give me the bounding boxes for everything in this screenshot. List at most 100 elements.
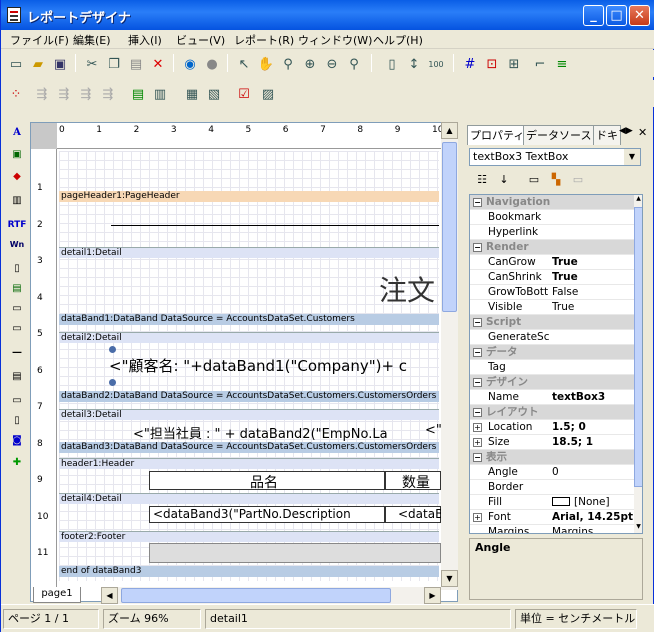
header-tool-icon[interactable]: ▭ xyxy=(6,300,28,318)
property-value[interactable]: textBox3 xyxy=(552,390,634,404)
property-row[interactable]: + Font Arial, 14.25pt xyxy=(470,510,634,525)
align3-icon[interactable]: ⇶ xyxy=(75,83,97,105)
property-scroll-thumb[interactable] xyxy=(634,207,642,487)
align2-icon[interactable]: ⇶ xyxy=(53,83,75,105)
property-category[interactable]: − レイアウト xyxy=(470,405,634,420)
checkbox-tool-icon[interactable]: ◙ xyxy=(6,432,28,450)
minimize-button[interactable]: _ xyxy=(583,5,604,26)
property-category[interactable]: − デザイン xyxy=(470,375,634,390)
property-row[interactable]: + Size 18.5; 1 xyxy=(470,435,634,450)
property-scroll-down-icon[interactable]: ▼ xyxy=(634,523,642,532)
delete-icon[interactable]: ✕ xyxy=(147,53,169,75)
collapse-icon[interactable]: − xyxy=(473,243,482,252)
align4-icon[interactable]: ⇶ xyxy=(97,83,119,105)
horizontal-scrollbar[interactable]: ◀ ▶ xyxy=(101,587,441,604)
scroll-up-icon[interactable]: ▲ xyxy=(441,122,458,139)
alphabetical-icon[interactable]: ↓ xyxy=(495,171,513,189)
property-value[interactable]: 1.5; 0 xyxy=(552,420,634,434)
menu-file[interactable]: ファイル(F) xyxy=(10,32,69,48)
table-tool-icon[interactable]: ▤ xyxy=(6,368,28,386)
property-value[interactable]: True xyxy=(552,270,634,284)
staff-textbox[interactable]: <"担当社員 : " + dataBand2("EmpNo.La xyxy=(133,423,388,442)
order-title-text[interactable]: 注文 xyxy=(379,269,435,309)
page-tool-icon[interactable]: ▯ xyxy=(6,260,28,278)
band-databand1[interactable]: dataBand1:DataBand DataSource = Accounts… xyxy=(59,314,439,325)
property-row[interactable]: Fill [None] xyxy=(470,495,634,510)
property-category[interactable]: − Render xyxy=(470,240,634,255)
band-detail4[interactable]: detail4:Detail xyxy=(59,493,439,504)
band-icon[interactable]: ≡ xyxy=(551,53,573,75)
collapse-icon[interactable]: − xyxy=(473,378,482,387)
expand-icon[interactable]: + xyxy=(473,438,482,447)
grid-icon[interactable]: # xyxy=(459,53,481,75)
snap-icon[interactable]: ⊡ xyxy=(481,53,503,75)
page-copy-icon[interactable]: ▧ xyxy=(203,83,225,105)
property-value[interactable]: True xyxy=(552,300,634,314)
report-page[interactable]: pageHeader1:PageHeader detail1:Detail 注文… xyxy=(59,151,443,581)
panel-close-icon[interactable]: ✕ xyxy=(638,126,647,139)
fit-height-icon[interactable]: ↕ xyxy=(403,53,425,75)
cross-tool-icon[interactable]: ✚ xyxy=(6,454,28,472)
collapse-icon[interactable]: − xyxy=(473,198,482,207)
property-value[interactable]: True xyxy=(552,255,634,269)
band-detail3[interactable]: detail3:Detail xyxy=(59,409,439,420)
detail-cell-qty[interactable]: <dataB xyxy=(385,506,443,523)
collapse-icon[interactable]: − xyxy=(473,318,482,327)
tab-scroll-icon[interactable]: ◀▶ xyxy=(619,126,633,136)
shape-tool-icon[interactable]: ◆ xyxy=(6,168,28,186)
find-icon[interactable]: ⚲ xyxy=(343,53,365,75)
vertical-scrollbar[interactable]: ▲ ▼ xyxy=(441,122,458,590)
pages-icon[interactable]: ▭ xyxy=(569,171,587,189)
property-row[interactable]: Visible True xyxy=(470,300,634,315)
collapse-icon[interactable]: − xyxy=(473,453,482,462)
text-tool-icon[interactable]: A xyxy=(6,124,28,142)
property-value[interactable]: [None] xyxy=(574,495,642,509)
expand-icon[interactable]: + xyxy=(473,423,482,432)
property-value[interactable]: 18.5; 1 xyxy=(552,435,634,449)
scroll-right-icon[interactable]: ▶ xyxy=(424,587,441,604)
tab-properties[interactable]: プロパティ xyxy=(467,125,528,145)
save-icon[interactable]: ▣ xyxy=(49,53,71,75)
image-tool-icon[interactable]: ▣ xyxy=(6,146,28,164)
detail-cell-description[interactable]: <dataBand3("PartNo.Description xyxy=(149,506,385,523)
band-databand2[interactable]: dataBand2:DataBand DataSource = Accounts… xyxy=(59,391,439,402)
break-tool-icon[interactable]: ▭ xyxy=(6,392,28,410)
zoom-icon[interactable]: ⚲ xyxy=(277,53,299,75)
property-row[interactable]: Hyperlink xyxy=(470,225,634,240)
ruler-icon[interactable]: ⌐ xyxy=(529,53,551,75)
customer-name-textbox[interactable]: <"顧客名: "+dataBand1("Company")+ c xyxy=(109,355,407,376)
richtext-tool-icon[interactable]: Wn xyxy=(6,236,28,254)
menu-window[interactable]: ウィンドウ(W) xyxy=(298,32,372,48)
header-cell-qty[interactable]: 数量 xyxy=(385,471,441,491)
properties-icon[interactable]: ▭ xyxy=(525,171,543,189)
barcode-tool-icon[interactable]: ▥ xyxy=(6,192,28,210)
band-header1[interactable]: header1:Header xyxy=(59,458,439,469)
menu-insert[interactable]: 挿入(I) xyxy=(128,32,162,48)
scroll-down-icon[interactable]: ▼ xyxy=(441,570,458,587)
scroll-left-icon[interactable]: ◀ xyxy=(101,587,118,604)
maximize-button[interactable]: □ xyxy=(606,5,627,26)
tab-document[interactable]: ドキ xyxy=(593,125,621,145)
line-tool-icon[interactable]: — xyxy=(6,344,28,362)
property-value[interactable]: Arial, 14.25pt xyxy=(552,510,634,524)
hand-icon[interactable]: ✋ xyxy=(255,53,277,75)
zoom-out-icon[interactable]: ⊖ xyxy=(321,53,343,75)
property-value[interactable]: 0 xyxy=(552,465,634,479)
events-icon[interactable]: ▚ xyxy=(547,171,565,189)
property-category[interactable]: − 表示 xyxy=(470,450,634,465)
frame-icon[interactable]: ⊞ xyxy=(503,53,525,75)
close-button[interactable]: ✕ xyxy=(629,5,650,26)
property-row[interactable]: Angle 0 xyxy=(470,465,634,480)
expand-icon[interactable]: + xyxy=(473,513,482,522)
menu-view[interactable]: ビュー(V) xyxy=(176,32,225,48)
vscroll-thumb[interactable] xyxy=(442,142,457,312)
property-row[interactable]: Name textBox3 xyxy=(470,390,634,405)
preview-icon[interactable]: ▨ xyxy=(257,83,279,105)
collapse-icon[interactable]: − xyxy=(473,348,482,357)
select-all-icon[interactable]: ⁘ xyxy=(5,83,27,105)
page-settings-icon[interactable]: ▦ xyxy=(181,83,203,105)
cut-icon[interactable]: ✂ xyxy=(81,53,103,75)
property-value[interactable]: False xyxy=(552,285,634,299)
remove-page-icon[interactable]: ▥ xyxy=(149,83,171,105)
property-row[interactable]: Tag xyxy=(470,360,634,375)
